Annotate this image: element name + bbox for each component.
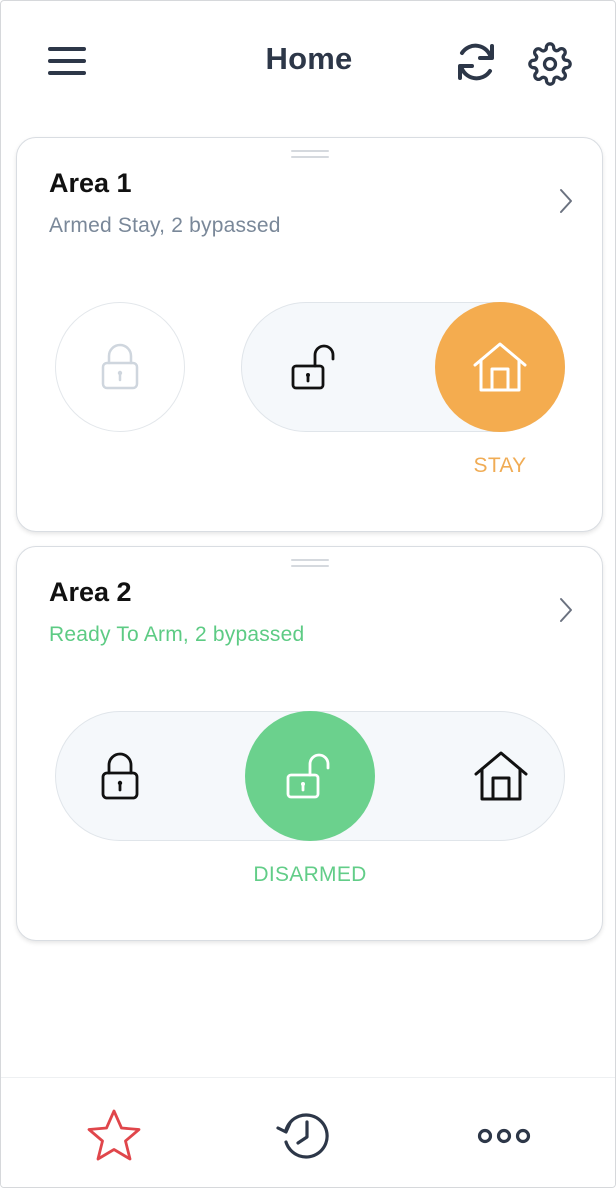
disarm-button[interactable]	[250, 302, 380, 432]
lock-icon	[101, 752, 139, 800]
area-card-1[interactable]: Area 1 Armed Stay, 2 bypassed STAY	[16, 137, 603, 532]
history-icon	[276, 1113, 329, 1159]
arm-stay-button[interactable]	[435, 302, 565, 432]
top-app-bar: Home	[1, 1, 615, 121]
area-title: Area 1	[49, 168, 132, 198]
refresh-icon	[458, 43, 494, 81]
bottom-navigation	[1, 1077, 615, 1187]
settings-button[interactable]	[523, 37, 577, 91]
nav-more[interactable]	[472, 1104, 536, 1168]
area-state-label: STAY	[473, 454, 527, 477]
drag-handle[interactable]	[291, 559, 329, 569]
gear-icon	[528, 42, 572, 86]
area-status: Ready To Arm, 2 bypassed	[49, 623, 305, 646]
disarm-button[interactable]	[245, 711, 375, 841]
app-frame: Home Area 1 Armed Stay, 2 bypassed STAY …	[0, 0, 616, 1188]
favorites-star-icon	[87, 1109, 141, 1161]
refresh-button[interactable]	[449, 35, 503, 89]
area-details-button[interactable]	[551, 184, 581, 218]
area-title: Area 2	[49, 577, 132, 607]
arm-away-button[interactable]	[55, 302, 185, 432]
nav-history[interactable]	[273, 1104, 337, 1168]
nav-favorites[interactable]	[82, 1104, 146, 1168]
home-icon	[474, 751, 528, 801]
unlock-icon	[286, 753, 330, 799]
area-status: Armed Stay, 2 bypassed	[49, 214, 281, 237]
area-card-2[interactable]: Area 2 Ready To Arm, 2 bypassed DISARMED	[16, 546, 603, 941]
area-details-button[interactable]	[551, 593, 581, 627]
home-icon	[473, 342, 527, 392]
mode-selector-track	[55, 711, 565, 841]
area-state-label: DISARMED	[253, 863, 367, 886]
chevron-right-icon	[560, 189, 572, 213]
chevron-right-icon	[560, 598, 572, 622]
unlock-icon	[291, 344, 335, 390]
mode-selector-track	[241, 302, 565, 432]
arm-stay-button[interactable]	[436, 711, 566, 841]
lock-icon	[101, 343, 139, 390]
drag-handle[interactable]	[291, 150, 329, 160]
arm-away-button[interactable]	[55, 711, 185, 841]
more-dots-icon	[477, 1128, 531, 1144]
